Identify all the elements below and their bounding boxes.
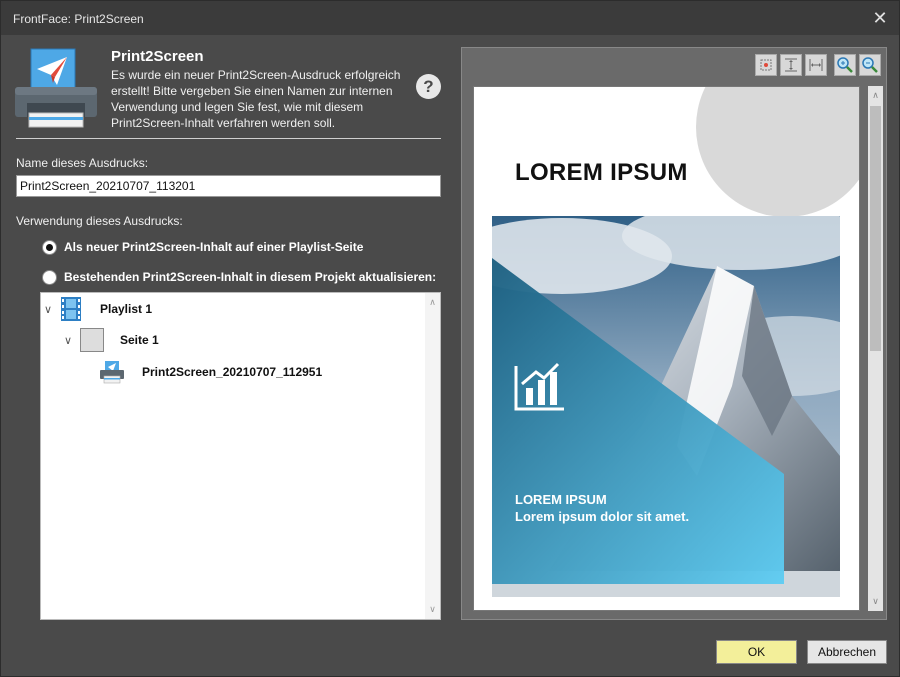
option-new-content-label: Als neuer Print2Screen-Inhalt auf einer …: [64, 240, 364, 254]
tree-node-print2screen[interactable]: Print2Screen_20210707_112951: [99, 360, 322, 384]
print2screen-item-icon: [100, 361, 124, 384]
name-label: Name dieses Ausdrucks:: [16, 156, 149, 170]
printer-paperplane-icon: [15, 48, 97, 128]
print2screen-dialog: FrontFace: Print2Screen ✕ Print2Screen E…: [0, 0, 900, 677]
usage-label: Verwendung dieses Ausdrucks:: [16, 214, 183, 228]
playlist-tree[interactable]: ∨ Playlist 1 ∨ Seite 1 Print2Screen_2021…: [40, 292, 441, 620]
chevron-down-icon[interactable]: ∨: [61, 334, 75, 347]
document-title: LOREM IPSUM: [515, 159, 688, 186]
page-area: LOREM IPSUM LOREM IPSUM Lorem ipsum dolo…: [473, 86, 860, 611]
close-icon[interactable]: ✕: [869, 7, 891, 29]
radio-update-content[interactable]: [42, 269, 57, 285]
header-title: Print2Screen: [111, 48, 204, 65]
document-preview: LOREM IPSUM LOREM IPSUM Lorem ipsum dolo…: [461, 47, 887, 620]
zoom-in-icon[interactable]: [834, 54, 856, 76]
tree-node-label: Print2Screen_20210707_112951: [142, 365, 323, 379]
caption-title: LOREM IPSUM: [515, 492, 607, 507]
decorative-circle: [696, 87, 859, 217]
fit-width-icon[interactable]: [805, 54, 827, 76]
title-bar: FrontFace: Print2Screen ✕: [1, 1, 899, 35]
caption-subtitle: Lorem ipsum dolor sit amet.: [515, 509, 690, 524]
option-new-content[interactable]: Als neuer Print2Screen-Inhalt auf einer …: [42, 238, 363, 256]
fit-height-icon[interactable]: [780, 54, 802, 76]
cancel-button[interactable]: Abbrechen: [807, 640, 887, 664]
tree-node-playlist[interactable]: ∨ Playlist 1: [41, 297, 152, 321]
preview-scrollbar[interactable]: ∧ ∨: [868, 86, 883, 611]
ok-button[interactable]: OK: [716, 640, 797, 664]
name-input[interactable]: [16, 175, 441, 197]
page-icon: [80, 328, 104, 352]
tree-node-page[interactable]: ∨ Seite 1: [61, 328, 159, 352]
scrollbar-thumb[interactable]: [870, 106, 881, 351]
playlist-film-icon: [61, 297, 81, 321]
zoom-out-icon[interactable]: [859, 54, 881, 76]
document-page: LOREM IPSUM LOREM IPSUM Lorem ipsum dolo…: [473, 86, 860, 611]
tree-scrollbar[interactable]: ∧ ∨: [425, 293, 440, 619]
scroll-down-icon[interactable]: ∨: [425, 602, 440, 617]
mountain-photo: [492, 216, 840, 597]
tree-node-label: Playlist 1: [100, 302, 153, 316]
help-icon[interactable]: ?: [416, 74, 441, 99]
header-description: Es wurde ein neuer Print2Screen-Ausdruck…: [111, 68, 401, 130]
option-update-content[interactable]: Bestehenden Print2Screen-Inhalt in diese…: [42, 268, 436, 286]
scroll-up-icon[interactable]: ∧: [425, 295, 440, 310]
window-title: FrontFace: Print2Screen: [13, 12, 144, 26]
option-update-content-label: Bestehenden Print2Screen-Inhalt in diese…: [64, 270, 437, 284]
header-divider: [16, 138, 441, 139]
tree-node-label: Seite 1: [120, 333, 159, 347]
scroll-down-icon[interactable]: ∨: [868, 594, 883, 609]
scroll-up-icon[interactable]: ∧: [868, 88, 883, 103]
radio-new-content[interactable]: [42, 239, 57, 255]
fit-page-icon[interactable]: [755, 54, 777, 76]
chevron-down-icon[interactable]: ∨: [41, 303, 55, 316]
